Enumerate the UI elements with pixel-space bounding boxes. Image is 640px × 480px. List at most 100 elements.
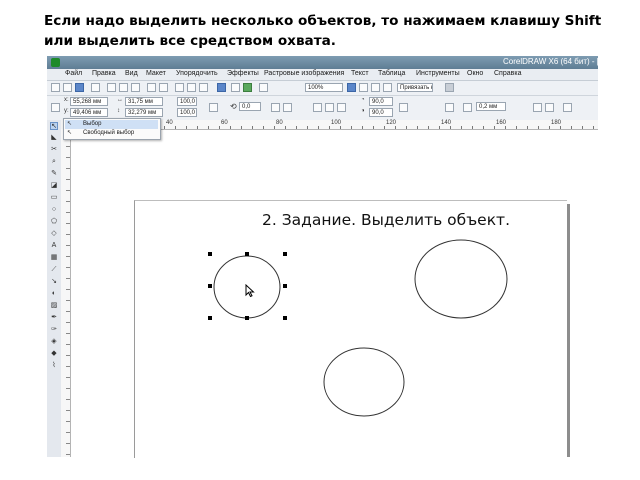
zoom-tool-icon[interactable]: ⌕: [50, 158, 58, 166]
dimension-tool-icon[interactable]: ⟋: [50, 266, 58, 274]
to-back-icon[interactable]: [545, 103, 554, 112]
crop-tool-icon[interactable]: ✂: [50, 146, 58, 154]
lock-ratio-icon[interactable]: [209, 103, 218, 112]
outline-width-field[interactable]: 0,2 мм: [476, 102, 506, 111]
redo-icon[interactable]: [159, 83, 168, 92]
outline-width-icon[interactable]: [463, 103, 472, 112]
selection-handle-w[interactable]: [208, 284, 212, 288]
to-front-icon[interactable]: [533, 103, 542, 112]
selection-handle-ne[interactable]: [283, 252, 287, 256]
menu-help[interactable]: Справка: [494, 70, 521, 77]
search-icon[interactable]: [175, 83, 184, 92]
connector-tool-icon[interactable]: ↘: [50, 278, 58, 286]
menu-view[interactable]: Вид: [125, 70, 138, 77]
menu-text[interactable]: Текст: [351, 70, 369, 77]
basic-shapes-icon[interactable]: ◇: [50, 230, 58, 238]
application-launcher-icon[interactable]: [217, 83, 226, 92]
object-origin-icon[interactable]: [51, 103, 60, 112]
object-height-field[interactable]: 32,279 мм: [125, 108, 163, 117]
menu-effects[interactable]: Эффекты: [227, 70, 259, 77]
selection-handle-e[interactable]: [283, 284, 287, 288]
mirror-vertical-icon[interactable]: [283, 103, 292, 112]
options-icon[interactable]: [445, 83, 454, 92]
flyout-item-freehand-pick[interactable]: ↖ Свободный выбор: [65, 129, 158, 138]
ruler-tick: [208, 126, 209, 129]
vertical-ruler[interactable]: [61, 129, 71, 457]
eyedropper-tool-icon[interactable]: ✒: [50, 314, 58, 322]
menu-arrange[interactable]: Упорядочить: [176, 70, 218, 77]
save-icon[interactable]: [75, 83, 84, 92]
flyout-item-pick[interactable]: ↖ Выбор: [65, 120, 158, 129]
outline-pen-icon[interactable]: ✑: [50, 326, 58, 334]
table-tool-icon[interactable]: ▦: [50, 254, 58, 262]
ellipse-icon[interactable]: [313, 103, 322, 112]
menu-table[interactable]: Таблица: [378, 70, 405, 77]
menu-edit[interactable]: Правка: [92, 70, 116, 77]
ruler-tick: [351, 126, 352, 129]
selection-handle-s[interactable]: [245, 316, 249, 320]
ruler-tick: [175, 126, 176, 129]
task-heading: 2. Задание. Выделить объект.: [262, 211, 511, 229]
convert-to-curves-icon[interactable]: [563, 103, 572, 112]
selection-handle-se[interactable]: [283, 316, 287, 320]
arc-icon[interactable]: [337, 103, 346, 112]
wrap-text-icon[interactable]: [445, 103, 454, 112]
new-document-icon[interactable]: [51, 83, 60, 92]
document-page[interactable]: [134, 200, 567, 458]
scale-width-field[interactable]: 100,0: [177, 97, 197, 106]
interactive-fill-icon[interactable]: ◆: [50, 350, 58, 358]
fill-tool-icon[interactable]: ◈: [50, 338, 58, 346]
copy-icon[interactable]: [119, 83, 128, 92]
x-position-field[interactable]: 55,268 мм: [70, 97, 108, 106]
show-guidelines-icon[interactable]: [383, 83, 392, 92]
undo-icon[interactable]: [147, 83, 156, 92]
caption-line-1: Если надо выделить несколько объектов, т…: [44, 13, 602, 29]
rectangle-tool-icon[interactable]: ▭: [50, 194, 58, 202]
selection-handle-n[interactable]: [245, 252, 249, 256]
rotation-angle-field[interactable]: 0,0: [239, 102, 261, 111]
ellipse-tool-icon[interactable]: ○: [50, 206, 58, 214]
transparency-tool-icon[interactable]: ▨: [50, 302, 58, 310]
y-position-field[interactable]: 49,406 мм: [70, 108, 108, 117]
shape-tool-icon[interactable]: ◣: [50, 134, 58, 142]
snap-to-dropdown[interactable]: Привязать к: [397, 83, 433, 92]
text-tool-icon[interactable]: A: [50, 242, 58, 250]
corel-connect-icon[interactable]: [243, 83, 252, 92]
ruler-tick: [66, 311, 70, 312]
zoom-level-field[interactable]: 100%: [305, 83, 343, 92]
object-width-field[interactable]: 31,75 мм: [125, 97, 163, 106]
full-screen-icon[interactable]: [347, 83, 356, 92]
direction-icon[interactable]: [399, 103, 408, 112]
menu-window[interactable]: Окно: [467, 70, 483, 77]
cut-icon[interactable]: [107, 83, 116, 92]
menu-file[interactable]: Файл: [65, 70, 82, 77]
publish-pdf-icon[interactable]: [259, 83, 268, 92]
freehand-tool-icon[interactable]: ✎: [50, 170, 58, 178]
show-grid-icon[interactable]: [371, 83, 380, 92]
end-angle-field[interactable]: 90,0: [369, 108, 393, 117]
selection-handle-sw[interactable]: [208, 316, 212, 320]
polygon-tool-icon[interactable]: ⬠: [50, 218, 58, 226]
width-arrow-icon: ↔: [117, 97, 123, 103]
open-icon[interactable]: [63, 83, 72, 92]
paste-icon[interactable]: [131, 83, 140, 92]
menu-tools[interactable]: Инструменты: [416, 70, 460, 77]
show-rulers-icon[interactable]: [359, 83, 368, 92]
menu-layout[interactable]: Макет: [146, 70, 166, 77]
pick-tool-flyout: ↖ Выбор ↖ Свободный выбор: [63, 118, 161, 140]
smart-fill-icon[interactable]: ◪: [50, 182, 58, 190]
blend-tool-icon[interactable]: ◐: [50, 290, 58, 298]
ruler-tick: [66, 245, 70, 246]
pie-icon[interactable]: [325, 103, 334, 112]
mirror-horizontal-icon[interactable]: [271, 103, 280, 112]
menu-bitmaps[interactable]: Растровые изображения: [264, 70, 344, 77]
print-icon[interactable]: [91, 83, 100, 92]
pick-tool-icon[interactable]: ↖: [50, 122, 58, 130]
welcome-screen-icon[interactable]: [231, 83, 240, 92]
import-icon[interactable]: [187, 83, 196, 92]
scale-height-field[interactable]: 100,0: [177, 108, 197, 117]
smart-drawing-icon[interactable]: ⌇: [50, 362, 58, 370]
selection-handle-nw[interactable]: [208, 252, 212, 256]
export-icon[interactable]: [199, 83, 208, 92]
start-angle-field[interactable]: 90,0: [369, 97, 393, 106]
